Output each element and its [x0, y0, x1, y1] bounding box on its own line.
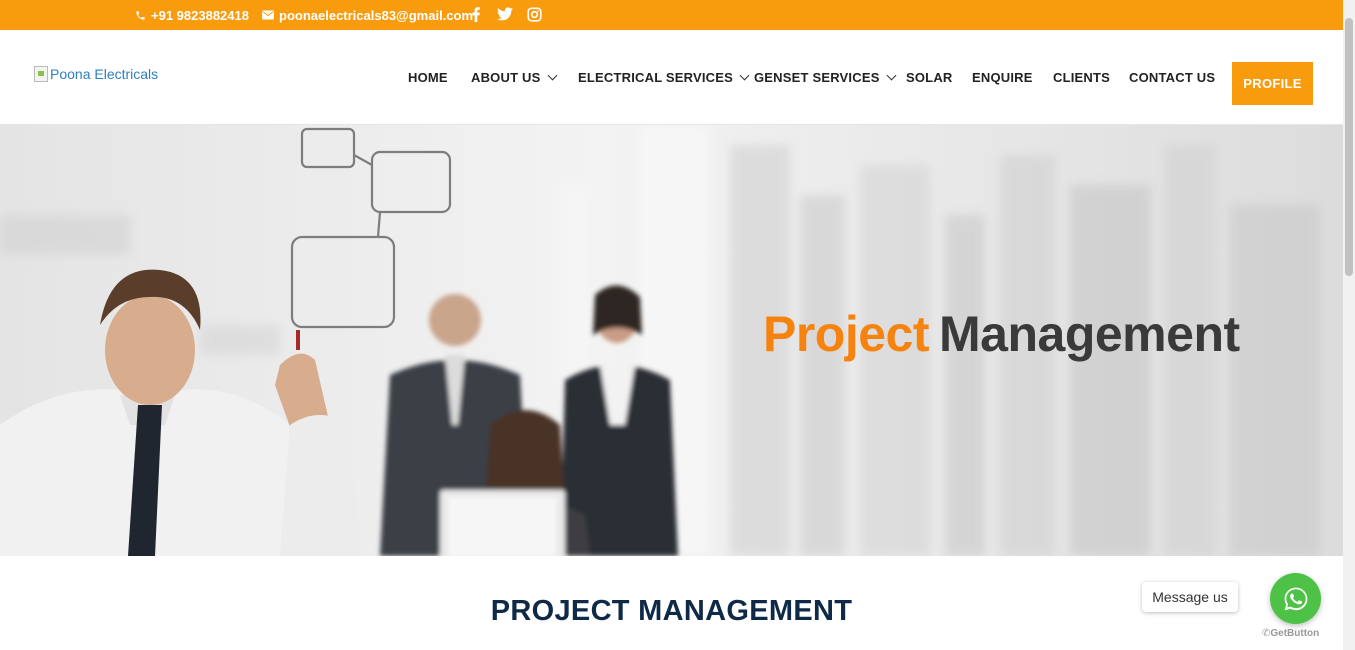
- message-us-bubble[interactable]: Message us: [1142, 582, 1238, 612]
- whatsapp-button[interactable]: [1270, 573, 1321, 624]
- chevron-down-icon: [886, 70, 897, 80]
- profile-button[interactable]: PROFILE: [1232, 62, 1313, 105]
- top-contact-bar: +91 9823882418 poonaelectricals83@gmail.…: [0, 0, 1343, 30]
- getbutton-credit[interactable]: ✆GetButton: [1262, 628, 1319, 639]
- broken-image-icon: [34, 66, 48, 82]
- hero-title-word1: Project: [763, 306, 930, 362]
- hero-banner: Project Management: [0, 125, 1343, 556]
- chevron-down-icon: [739, 70, 750, 80]
- page-scrollbar[interactable]: [1343, 0, 1355, 650]
- nav-about-us-label: ABOUT US: [471, 69, 541, 85]
- nav-electrical-services-label: ELECTRICAL SERVICES: [578, 69, 734, 85]
- nav-genset-services-label: GENSET SERVICES: [754, 69, 880, 85]
- nav-contact-us-label: CONTACT US: [1129, 69, 1216, 85]
- email-address: poonaelectricals83@gmail.com: [279, 7, 474, 23]
- nav-home[interactable]: HOME: [408, 30, 448, 124]
- phone-link[interactable]: +91 9823882418: [135, 0, 249, 30]
- site-logo[interactable]: Poona Electricals: [34, 66, 158, 82]
- nav-clients-label: CLIENTS: [1053, 69, 1111, 85]
- site-header: Poona Electricals HOME ABOUT US ELECTRIC…: [0, 30, 1343, 125]
- chevron-down-icon: [547, 70, 557, 80]
- whatsapp-icon: [1284, 587, 1307, 610]
- nav-contact-us[interactable]: CONTACT US: [1129, 30, 1215, 124]
- getbutton-label: GetButton: [1270, 628, 1320, 639]
- phone-number: +91 9823882418: [151, 7, 249, 23]
- instagram-icon[interactable]: [525, 5, 543, 23]
- nav-clients[interactable]: CLIENTS: [1053, 30, 1110, 124]
- nav-solar[interactable]: SOLAR: [906, 30, 953, 124]
- facebook-icon[interactable]: [467, 5, 485, 23]
- scrollbar-thumb[interactable]: [1345, 18, 1353, 276]
- nav-electrical-services[interactable]: ELECTRICAL SERVICES: [578, 30, 750, 124]
- nav-enquire-label: ENQUIRE: [972, 69, 1033, 85]
- twitter-icon[interactable]: [496, 5, 514, 23]
- nav-about-us[interactable]: ABOUT US: [471, 30, 557, 124]
- nav-enquire[interactable]: ENQUIRE: [972, 30, 1033, 124]
- hero-title-word2: Management: [939, 306, 1240, 362]
- nav-solar-label: SOLAR: [906, 69, 953, 85]
- nav-genset-services[interactable]: GENSET SERVICES: [754, 30, 897, 124]
- envelope-icon: [262, 10, 274, 20]
- email-link[interactable]: poonaelectricals83@gmail.com: [262, 0, 473, 30]
- hero-title: Project Management: [763, 305, 1240, 363]
- nav-home-label: HOME: [408, 69, 448, 85]
- phone-icon: [136, 10, 145, 20]
- logo-alt-text: Poona Electricals: [50, 66, 159, 82]
